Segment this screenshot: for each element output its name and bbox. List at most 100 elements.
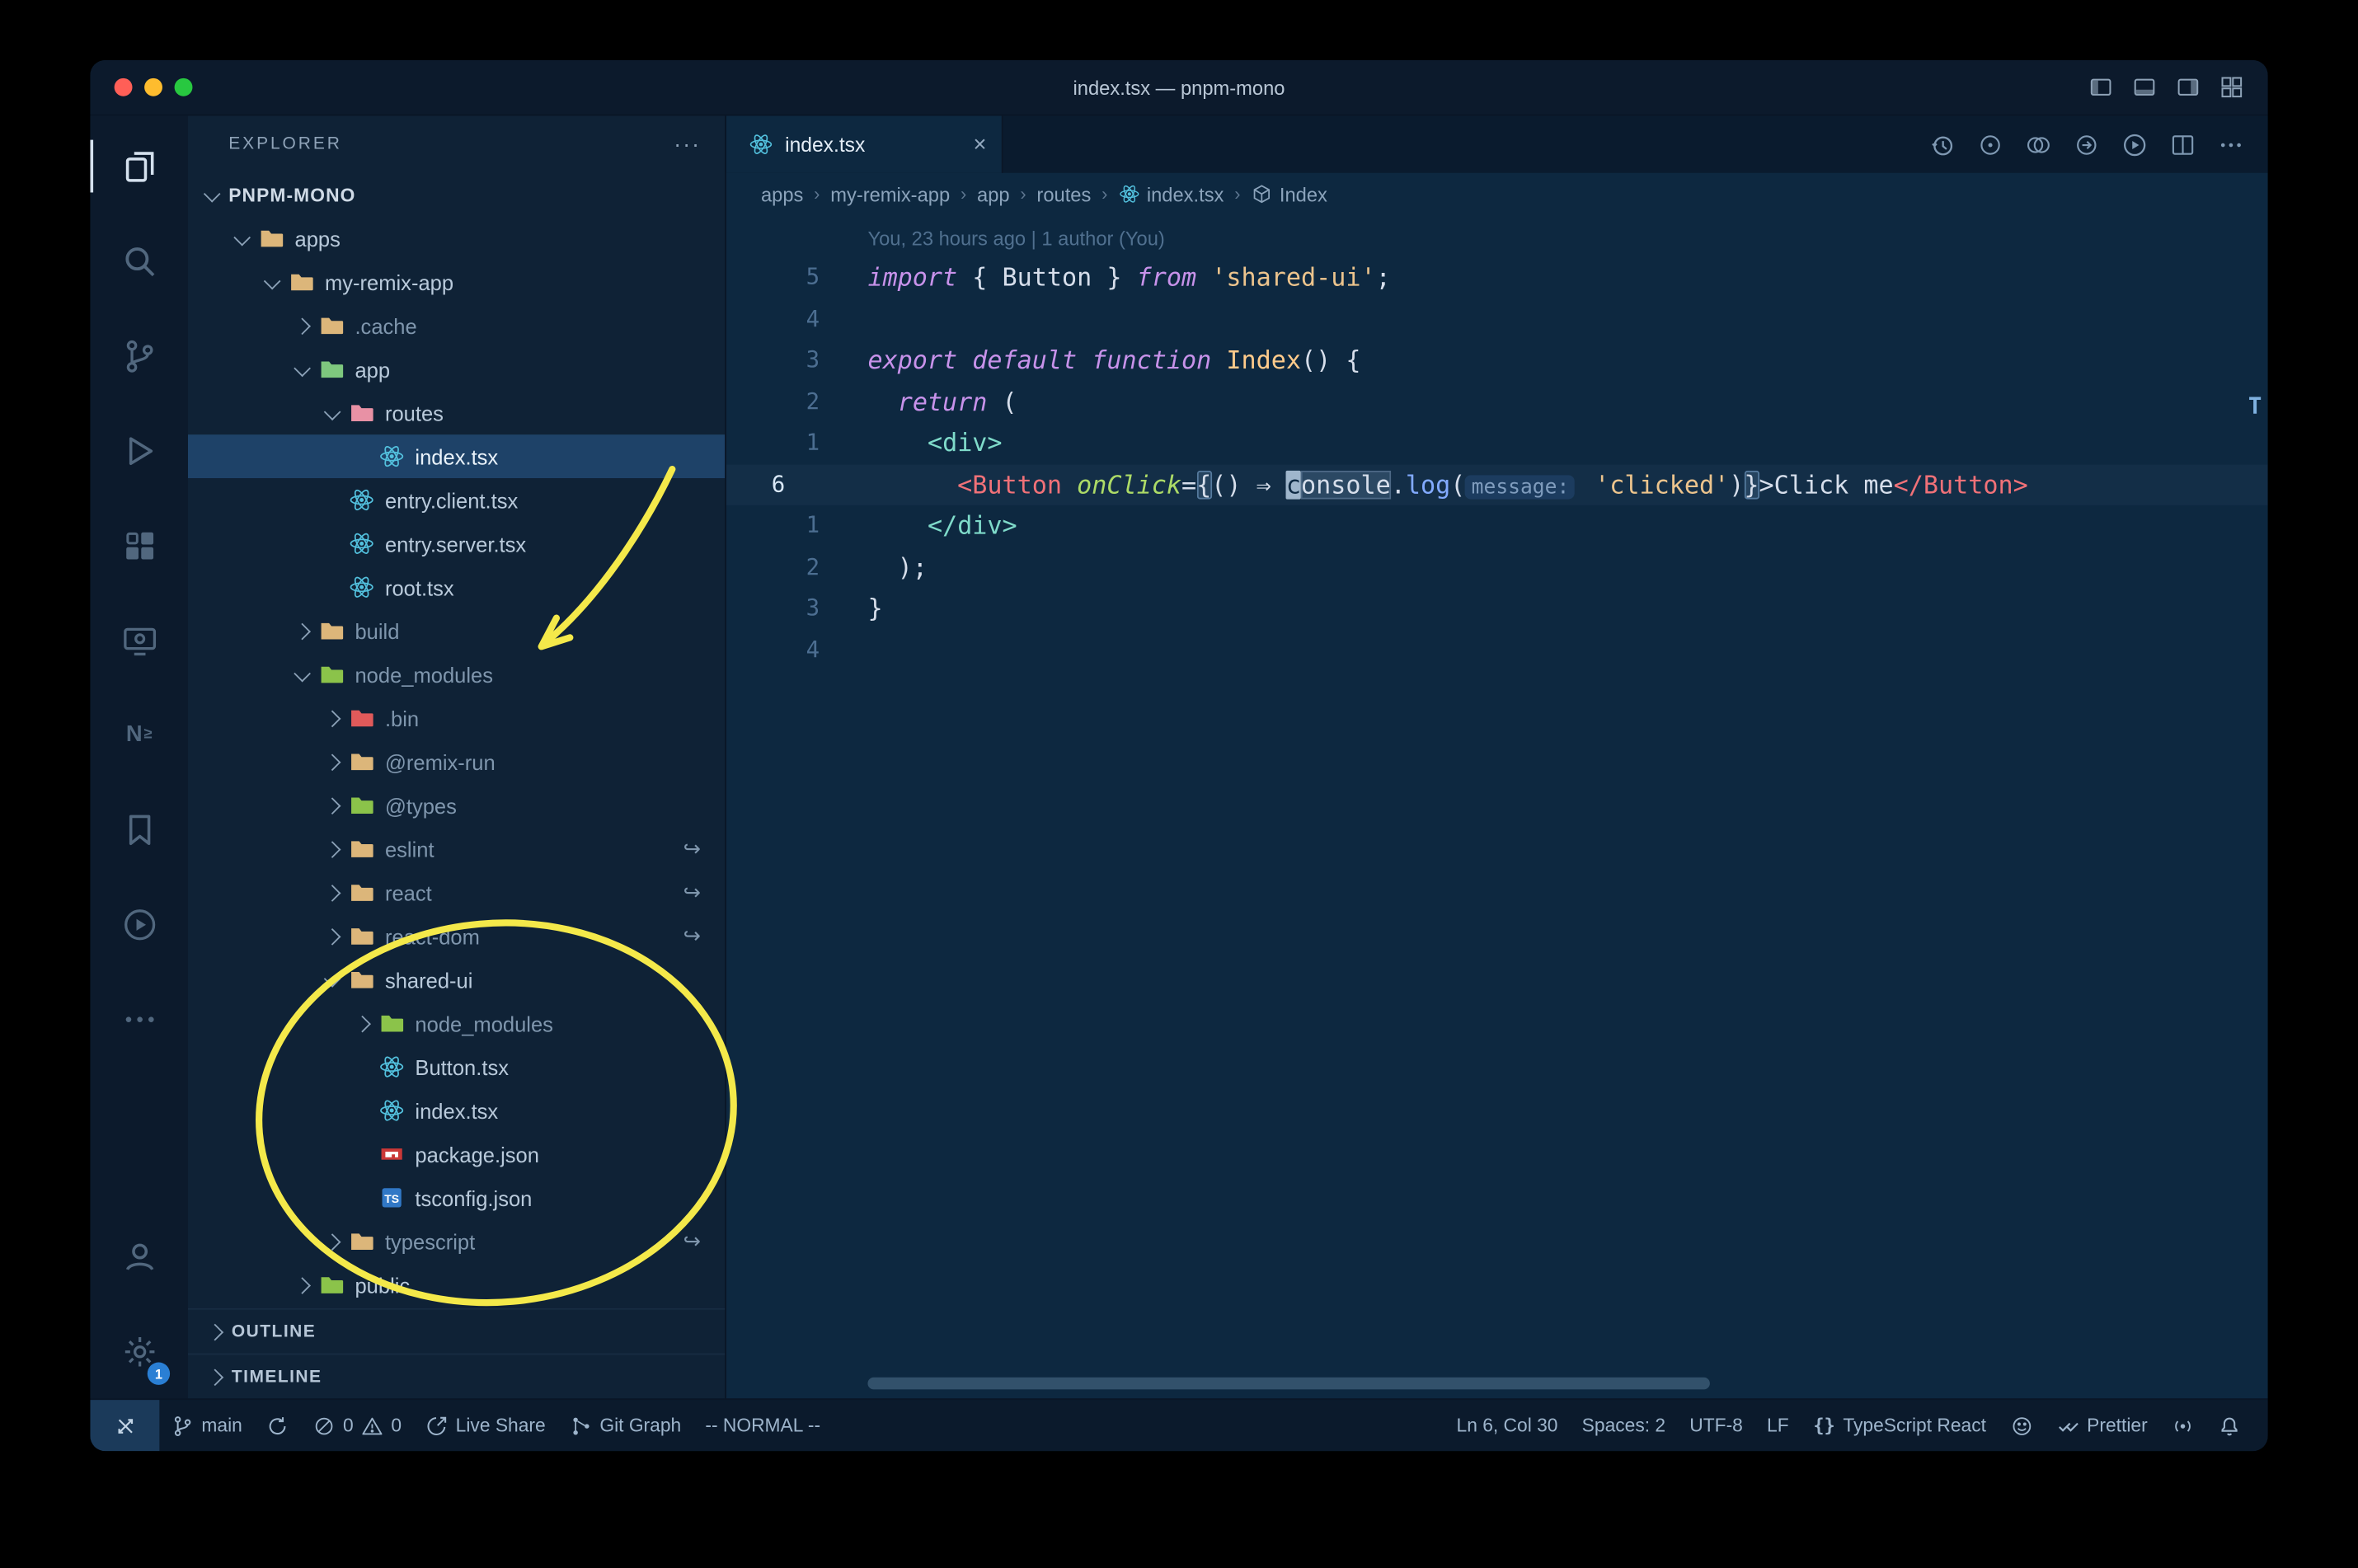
- breadcrumb-routes[interactable]: routes: [1036, 183, 1091, 205]
- tree-item-node-modules[interactable]: node_modules: [188, 1002, 725, 1045]
- activity-search[interactable]: [90, 214, 188, 308]
- breadcrumb-apps[interactable]: apps: [761, 183, 803, 205]
- more-actions-icon[interactable]: [2218, 132, 2243, 157]
- open-changes-icon[interactable]: [2074, 132, 2099, 157]
- status-language-mode[interactable]: {} TypeScript React: [1801, 1400, 1998, 1451]
- code-line[interactable]: 5 import { Button } from 'shared-ui';: [726, 257, 2268, 298]
- tree-item-tsconfig-json[interactable]: TS tsconfig.json: [188, 1176, 725, 1219]
- toggle-panel-icon[interactable]: [2132, 75, 2156, 99]
- status-problems[interactable]: 00: [301, 1400, 414, 1451]
- breadcrumb-app[interactable]: app: [977, 183, 1010, 205]
- status-git-graph[interactable]: Git Graph: [557, 1400, 693, 1451]
- tree-item-react[interactable]: react ↪: [188, 871, 725, 914]
- activity-accounts[interactable]: [90, 1209, 188, 1303]
- local-history-icon[interactable]: [1929, 132, 1955, 157]
- titlebar[interactable]: index.tsx — pnpm-mono: [90, 59, 2268, 116]
- activity-additional-views[interactable]: [90, 971, 188, 1066]
- code-line[interactable]: 4: [726, 298, 2268, 340]
- tree-item-bin[interactable]: .bin: [188, 697, 725, 740]
- code-line[interactable]: 6 <Button onClick={() ⇒ console.log(mess…: [726, 463, 2268, 505]
- status-vim-mode[interactable]: -- NORMAL --: [693, 1400, 833, 1451]
- code-line[interactable]: 3 export default function Index() {: [726, 340, 2268, 381]
- status-remote-indicator[interactable]: [90, 1400, 160, 1452]
- workbench: N ≥ 1 EXPLORER ··· PNPM-MONO apps my-remix-a…: [90, 115, 2268, 1399]
- zoom-button[interactable]: [174, 77, 193, 96]
- activity-code-runner[interactable]: [90, 876, 188, 971]
- status-eol[interactable]: LF: [1754, 1400, 1801, 1451]
- tree-item-button-tsx[interactable]: Button.tsx: [188, 1045, 725, 1089]
- gitlens-compare-icon[interactable]: [2026, 132, 2051, 157]
- split-editor-icon[interactable]: [2170, 132, 2196, 157]
- gitlens-annotations-icon[interactable]: [1978, 132, 2003, 157]
- status-prettier[interactable]: Prettier: [2045, 1400, 2159, 1451]
- breadcrumb-index-tsx[interactable]: index.tsx: [1118, 183, 1224, 205]
- code-line[interactable]: 2 );: [726, 547, 2268, 588]
- line-number: 2: [806, 387, 820, 415]
- tree-item-shared-ui[interactable]: shared-ui: [188, 958, 725, 1002]
- tree-item-react-dom[interactable]: react-dom ↪: [188, 914, 725, 958]
- tree-item-types[interactable]: @types: [188, 783, 725, 827]
- status-indentation[interactable]: Spaces: 2: [1570, 1400, 1678, 1451]
- code-line[interactable]: 1 <div>: [726, 423, 2268, 464]
- tree-item-root-tsx[interactable]: root.tsx: [188, 566, 725, 609]
- code-line[interactable]: 4: [726, 629, 2268, 670]
- tree-item-cache[interactable]: .cache: [188, 303, 725, 347]
- folder-icon: [319, 618, 345, 644]
- status-live-share[interactable]: Live Share: [414, 1400, 558, 1451]
- activity-settings[interactable]: 1: [90, 1303, 188, 1398]
- section-timeline[interactable]: TIMELINE: [188, 1353, 726, 1399]
- status-encoding[interactable]: UTF-8: [1678, 1400, 1755, 1451]
- run-file-icon[interactable]: [2122, 132, 2148, 157]
- tree-item-index-tsx[interactable]: index.tsx: [188, 1089, 725, 1133]
- tree-item-label: .cache: [355, 313, 417, 338]
- activity-bookmarks[interactable]: [90, 782, 188, 876]
- tree-item-build[interactable]: build: [188, 609, 725, 653]
- status-sync[interactable]: [254, 1400, 301, 1451]
- tree-item-routes[interactable]: routes: [188, 391, 725, 434]
- tree-item-app[interactable]: app: [188, 347, 725, 391]
- tab-index-tsx[interactable]: index.tsx ×: [726, 115, 1003, 173]
- minimize-button[interactable]: [144, 77, 162, 96]
- code-editor[interactable]: You, 23 hours ago | 1 author (You) 5 impo…: [726, 215, 2268, 1398]
- tree-item-pnpm-mono[interactable]: PNPM-MONO: [188, 173, 725, 217]
- smiley-icon: [2010, 1414, 2032, 1436]
- customize-layout-icon[interactable]: [2219, 75, 2243, 99]
- activity-explorer[interactable]: [90, 119, 188, 214]
- code-line[interactable]: 2 return (: [726, 381, 2268, 422]
- breadcrumb-index[interactable]: Index: [1251, 183, 1327, 205]
- code-line[interactable]: 3}: [726, 588, 2268, 629]
- tree-item-remix-run[interactable]: @remix-run: [188, 739, 725, 783]
- section-outline[interactable]: OUTLINE: [188, 1307, 726, 1354]
- tree-item-label: @remix-run: [384, 749, 496, 774]
- horizontal-scrollbar[interactable]: [867, 1377, 1710, 1390]
- close-button[interactable]: [114, 77, 133, 96]
- activity-nx-console[interactable]: N ≥: [90, 688, 188, 782]
- status-feedback[interactable]: [1999, 1400, 2046, 1451]
- activity-extensions[interactable]: [90, 498, 188, 593]
- tree-item-typescript[interactable]: typescript ↪: [188, 1219, 725, 1263]
- tree-item-index-tsx[interactable]: index.tsx: [188, 434, 726, 479]
- tree-item-entry-server-tsx[interactable]: entry.server.tsx: [188, 522, 725, 566]
- tree-item-entry-client-tsx[interactable]: entry.client.tsx: [188, 478, 725, 522]
- more-actions-icon[interactable]: ···: [674, 132, 701, 157]
- tree-item-node-modules[interactable]: node_modules: [188, 653, 725, 697]
- code-text: <Button onClick={() ⇒ console.log(messag…: [957, 470, 2028, 499]
- status-cursor-position[interactable]: Ln 6, Col 30: [1444, 1400, 1570, 1451]
- tree-item-public[interactable]: public: [188, 1263, 725, 1307]
- activity-run-and-debug[interactable]: [90, 403, 188, 498]
- code-line[interactable]: 1 </div>: [726, 505, 2268, 547]
- close-tab-icon[interactable]: ×: [974, 132, 987, 157]
- tree-item-eslint[interactable]: eslint ↪: [188, 827, 725, 871]
- status-git-branch[interactable]: main: [159, 1400, 254, 1451]
- activity-source-control[interactable]: [90, 308, 188, 403]
- activity-remote-explorer[interactable]: [90, 593, 188, 688]
- tree-item-apps[interactable]: apps: [188, 217, 725, 261]
- breadcrumb-my-remix-app[interactable]: my-remix-app: [830, 183, 950, 205]
- tree-item-package-json[interactable]: package.json: [188, 1132, 725, 1176]
- status-notifications[interactable]: [2206, 1400, 2253, 1451]
- tree-item-my-remix-app[interactable]: my-remix-app: [188, 261, 725, 304]
- remotex-icon: [114, 1414, 136, 1436]
- status-screencast[interactable]: [2159, 1400, 2206, 1451]
- toggle-primary-sidebar-icon[interactable]: [2089, 75, 2113, 99]
- toggle-secondary-sidebar-icon[interactable]: [2176, 75, 2200, 99]
